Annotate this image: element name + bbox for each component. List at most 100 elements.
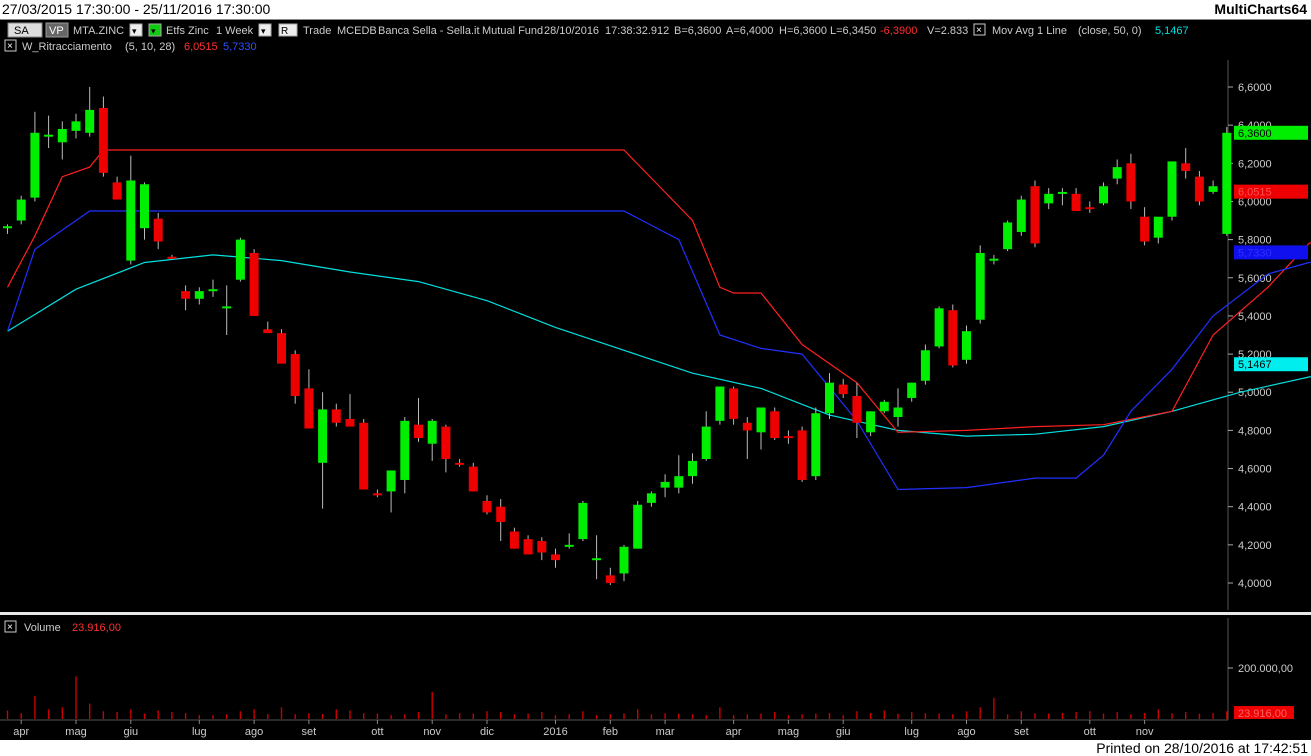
low-value: L=6,3450 [830,25,876,37]
time-axis-label: ott [371,726,383,738]
candle-body [482,500,492,513]
candle-body [263,329,273,334]
candle-body [153,218,163,242]
candle-body [1099,186,1108,204]
sa-label: SA [14,25,29,37]
interval-label: 1 Week [216,25,254,37]
time-axis-label: mag [778,726,799,738]
time-axis-label: giu [123,726,138,738]
price-tick-label: 6,2000 [1238,158,1272,170]
candle-body [962,331,971,360]
volume-panel-name: Volume [24,622,61,634]
quote-time: 17:38:32.912 [605,25,669,37]
panel-divider[interactable] [0,612,1311,615]
candle-body [386,470,396,492]
candle-body [277,333,286,364]
symbol-description: Etfs Zinc [166,25,209,37]
candle-body [1003,222,1013,250]
price-tick-label: 4,6000 [1238,464,1272,476]
price-tick-label: 5,8000 [1238,235,1272,247]
candle-body [44,134,54,137]
ma-indicator-value: 5,1467 [1155,25,1189,37]
time-axis-label: mar [656,726,675,738]
candle-body [85,109,95,133]
time-axis-label: dic [480,726,495,738]
candle-body [605,575,615,583]
time-axis-label: ago [245,726,263,738]
time-axis-label: ago [957,726,975,738]
close-icon: × [7,622,13,633]
candle-body [509,531,519,549]
bid-value: B=6,3600 [674,25,721,37]
time-axis-label: feb [603,726,618,738]
candle-body [523,539,533,555]
chevron-down-icon: ▾ [261,26,266,36]
printed-timestamp: Printed on 28/10/2016 at 17:42:51 [1096,740,1308,756]
price-tick-label: 4,4000 [1238,502,1272,514]
candle-body [551,554,560,561]
price-marker-label: 6,3600 [1238,128,1272,140]
candle-body [948,310,958,366]
candle-body [1140,216,1150,242]
candle-body [98,107,108,173]
candle-body [825,382,834,414]
high-value: H=6,3600 [779,25,827,37]
candle-body [742,422,752,431]
candle-body [893,407,903,418]
candle-body [194,291,204,299]
price-marker-label: 5,7330 [1238,247,1272,259]
candle-body [633,504,643,549]
candle-body [1030,186,1040,244]
indicator-name: W_Ritracciamento [22,41,112,53]
candle-body [934,308,944,347]
candle-body [400,420,410,480]
chevron-down-icon: ▾ [151,26,156,36]
candle-body [578,502,588,540]
candle-body [756,407,766,433]
candle-body [16,199,26,221]
candle-body [235,239,245,280]
volume-value: V=2.833 [927,25,968,37]
price-tick-label: 6,6000 [1238,82,1272,94]
r-label: R [281,26,288,37]
time-axis-label: giu [836,726,851,738]
candle-body [646,493,656,503]
time-axis-label: apr [13,726,29,738]
candle-body [57,128,67,143]
candle-body [1057,191,1067,194]
candle-body [1194,176,1204,202]
candle-body [975,252,985,320]
candle-body [715,386,725,421]
candle-body [71,121,81,131]
candle-body [1044,193,1054,204]
indicator-value-blue: 5,7330 [223,41,257,53]
candle-body [1167,161,1177,217]
ma-indicator-name: Mov Avg 1 Line [992,25,1067,37]
candle-body [701,426,711,459]
time-axis-label: apr [726,726,742,738]
chevron-down-icon: ▾ [132,26,137,36]
candle-body [468,466,478,492]
window-title-bar: 27/03/2015 17:30:00 - 25/11/2016 17:30:0… [0,0,1311,20]
app-name: MultiCharts64 [1214,1,1307,17]
candle-body [838,384,848,395]
volume-panel-value: 23.916,00 [72,622,121,634]
candle-body [222,306,232,309]
candle-body [592,558,602,561]
chart-area[interactable]: 6,60006,40006,20006,00005,80005,60005,40… [0,20,1311,740]
candle-body [1153,216,1163,238]
candle-body [660,481,670,488]
time-axis-label: nov [1136,726,1154,738]
candle-body [441,426,451,459]
time-axis-label: nov [423,726,441,738]
vp-label: VP [49,25,64,37]
candle-body [331,409,341,423]
data-source: Trade [303,25,331,37]
candle-body [372,493,382,496]
close-icon: × [7,41,13,52]
candle-body [208,289,218,292]
time-axis-label: mag [65,726,86,738]
candle-body [811,413,821,477]
candle-body [866,411,876,433]
candle-body [688,460,697,477]
